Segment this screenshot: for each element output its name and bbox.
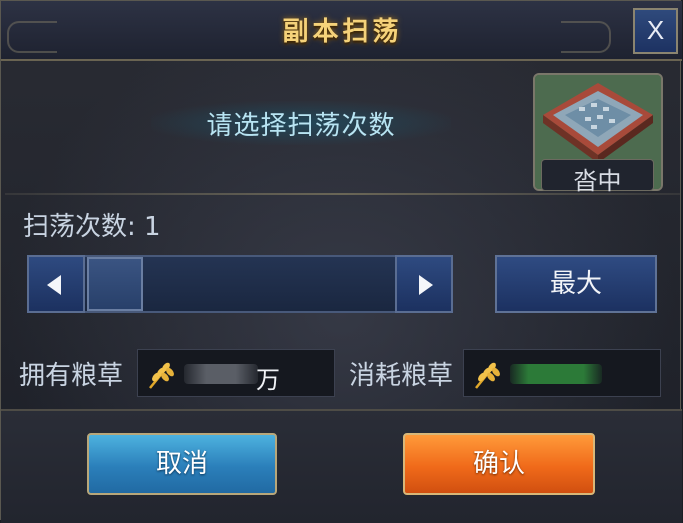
consumed-grain-value-redacted <box>510 364 602 384</box>
section-divider <box>5 193 680 195</box>
arrow-right-icon <box>419 275 433 295</box>
grain-wheat-icon <box>475 362 500 389</box>
decrease-button[interactable] <box>27 255 85 313</box>
close-button[interactable]: X <box>633 8 678 54</box>
confirm-button[interactable]: 确认 <box>403 433 595 495</box>
consumed-grain-label: 消耗粮草 <box>349 361 454 391</box>
owned-grain-box: 万 <box>137 349 335 397</box>
prompt-text: 请选择扫荡次数 <box>206 111 396 141</box>
stage-name-label: 沓中 <box>573 167 622 195</box>
max-button[interactable]: 最大 <box>495 255 657 313</box>
arrow-left-icon <box>47 275 61 295</box>
owned-grain-label: 拥有粮草 <box>19 361 124 391</box>
title-bar: 副本扫荡 <box>1 1 682 61</box>
dialog-title: 副本扫荡 <box>282 17 403 47</box>
increase-button[interactable] <box>395 255 453 313</box>
sweep-count-label: 扫荡次数: 1 <box>23 212 161 242</box>
owned-grain-value-redacted <box>184 364 258 384</box>
owned-grain-unit: 万 <box>256 366 280 394</box>
sweep-dialog: 副本扫荡 X 请选择扫荡次数 沓中 扫荡次数: 1 最大 拥有粮草 万 消耗粮草… <box>0 0 682 523</box>
grain-wheat-icon <box>149 362 174 389</box>
cancel-button[interactable]: 取消 <box>87 433 277 495</box>
slider-handle[interactable] <box>87 257 143 311</box>
consumed-grain-box <box>463 349 661 397</box>
